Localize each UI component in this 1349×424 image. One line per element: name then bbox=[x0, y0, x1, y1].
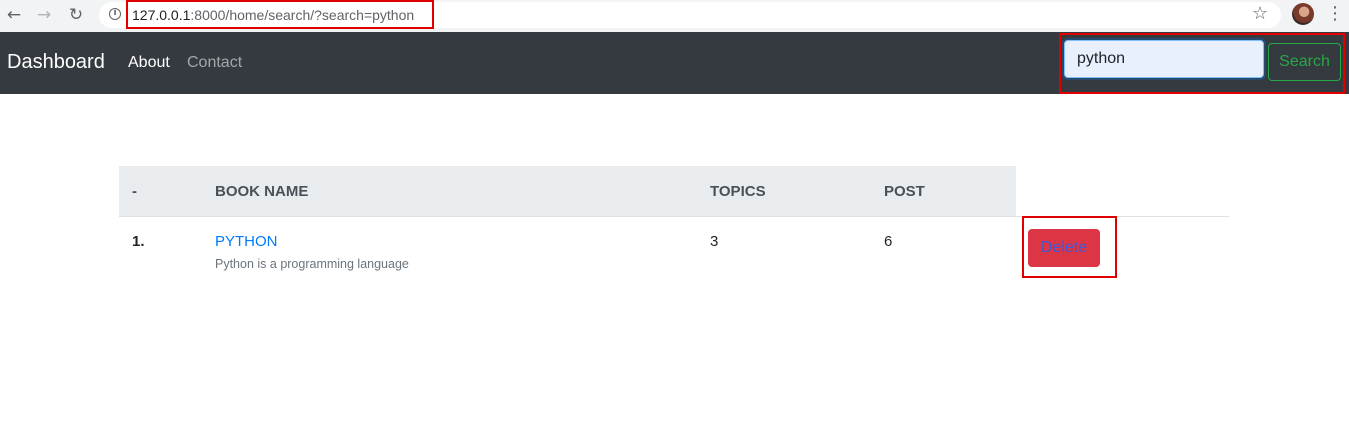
book-name-link[interactable]: PYTHON bbox=[215, 233, 278, 250]
search-annotation-box bbox=[1059, 33, 1345, 94]
nav-link-about[interactable]: About bbox=[128, 54, 170, 72]
topics-count: 3 bbox=[710, 233, 719, 250]
column-header-book-name: BOOK NAME bbox=[215, 183, 309, 200]
book-description: Python is a programming language bbox=[215, 257, 409, 271]
column-header-post: POST bbox=[884, 183, 925, 200]
profile-avatar[interactable] bbox=[1292, 3, 1314, 25]
browser-toolbar: ← → ↻ i 127.0.0.1:8000/home/search/?sear… bbox=[0, 0, 1349, 32]
reload-icon[interactable]: ↻ bbox=[64, 4, 88, 26]
nav-link-contact[interactable]: Contact bbox=[187, 54, 242, 72]
navbar-brand[interactable]: Dashboard bbox=[7, 51, 105, 74]
row-index: 1. bbox=[132, 233, 145, 250]
navbar: Dashboard About Contact Search bbox=[0, 32, 1349, 94]
post-count: 6 bbox=[884, 233, 893, 250]
url-annotation-box bbox=[126, 0, 434, 29]
column-header-topics: TOPICS bbox=[710, 183, 766, 200]
column-header-index: - bbox=[132, 183, 137, 200]
back-arrow-icon[interactable]: ← bbox=[2, 4, 26, 26]
forward-arrow-icon[interactable]: → bbox=[32, 4, 56, 26]
kebab-menu-icon[interactable]: ⋮ bbox=[1326, 3, 1344, 25]
table-header: - BOOK NAME TOPICS POST bbox=[119, 166, 1016, 216]
delete-annotation-box bbox=[1022, 216, 1117, 278]
bookmark-star-icon[interactable]: ☆ bbox=[1252, 3, 1268, 24]
info-icon[interactable]: i bbox=[109, 8, 121, 20]
